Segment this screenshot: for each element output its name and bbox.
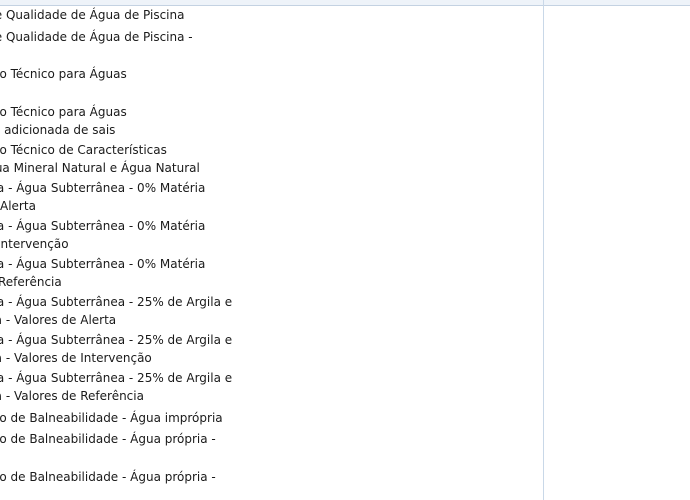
list-item-line: Intervenção <box>0 237 69 251</box>
list-item-line: Orgânica - Valores de Referência <box>0 389 144 403</box>
list-item-line: Holandesa - Água Subterrânea - 0% Matéri… <box>0 181 206 195</box>
list-item-line: Orgânica - Valores de Intervenção <box>0 351 152 365</box>
list-item-line: Holandesa - Água Subterrânea - 0% Matéri… <box>0 219 206 233</box>
viewport: Padrões de Qualidade de Água de Piscina … <box>0 0 690 500</box>
list-item-line: Regulamento Técnico para Águas <box>0 105 127 119</box>
list-item-line: Regulamento Técnico de Características <box>0 143 167 157</box>
list-item-line: Padrões de Qualidade de Água de Piscina <box>0 8 185 22</box>
list-item-line: Referência <box>0 275 62 289</box>
list-item-line: Regulamento Técnico para Águas <box>0 67 127 81</box>
list-item-line: Orgânica - Valores de Alerta <box>0 313 117 327</box>
list-item-line: Classificação de Balneabilidade - Água p… <box>0 470 216 484</box>
list-item-line: Classificação de Balneabilidade - Água i… <box>0 411 223 425</box>
list-item-line: Holandesa - Água Subterrânea - 25% de Ar… <box>0 295 233 309</box>
list-item-line: Água Mineral Natural e Água Natural <box>0 161 200 175</box>
list-item-line: Holandesa - Água Subterrânea - 25% de Ar… <box>0 333 233 347</box>
right-panel <box>544 6 690 500</box>
standards-list: Padrões de Qualidade de Água de Piscina … <box>0 0 543 500</box>
list-item-line: Classificação de Balneabilidade - Água p… <box>0 432 216 446</box>
list-item-line: Padrões de Qualidade de Água de Piscina … <box>0 30 193 44</box>
list-item-line: Holandesa - Água Subterrânea - 25% de Ar… <box>0 371 233 385</box>
list-item-line: ... para água adicionada de sais <box>0 123 116 137</box>
list-item-line: Alerta <box>0 199 36 213</box>
list-item-line: Holandesa - Água Subterrânea - 0% Matéri… <box>0 257 206 271</box>
